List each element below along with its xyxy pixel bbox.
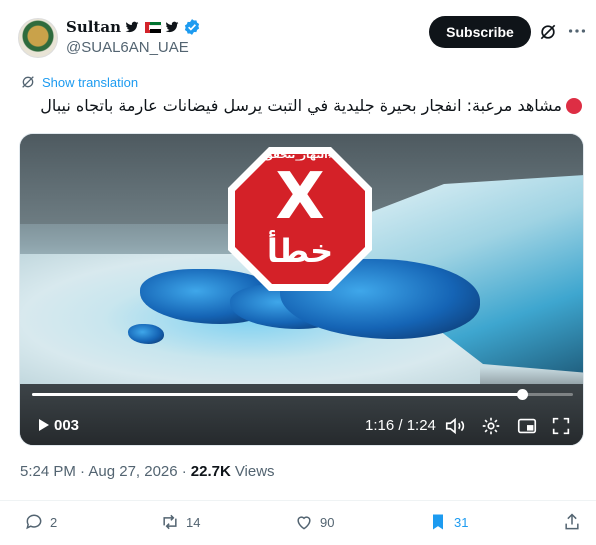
video-time: 1:16 / 1:24 bbox=[365, 417, 436, 434]
show-translation-link[interactable]: Show translation bbox=[20, 74, 138, 90]
reply-count: 2 bbox=[50, 514, 58, 530]
post-meta: 5:24 PM · Aug 27, 2026 · 22.7K Views bbox=[20, 463, 275, 480]
fullscreen-icon[interactable] bbox=[550, 415, 572, 437]
views-label: Views bbox=[234, 463, 275, 480]
grok-icon[interactable] bbox=[538, 22, 558, 42]
bookmark-count: 31 bbox=[454, 514, 469, 530]
display-name[interactable]: Sultan bbox=[66, 18, 121, 36]
post-text: مشاهد مرعبة: انفجار بحيرة جليدية في التب… bbox=[20, 96, 582, 115]
bookmark-icon bbox=[433, 514, 443, 530]
uae-flag-icon bbox=[145, 21, 162, 33]
video-player[interactable]: #النهار_تتحقق X خطأ 003 1:16 / 1:24 bbox=[19, 133, 584, 446]
twitter-bird-icon bbox=[125, 21, 139, 33]
like-button[interactable]: 90 bbox=[294, 512, 334, 532]
user-handle[interactable]: @SUAL6AN_UAE bbox=[66, 39, 189, 56]
post-timestamp[interactable]: 5:24 PM · Aug 27, 2026 · bbox=[20, 463, 187, 480]
repost-icon bbox=[163, 514, 177, 530]
red-circle-emoji-icon bbox=[566, 97, 582, 114]
more-options-icon[interactable] bbox=[566, 20, 588, 42]
stamp-x-mark: X bbox=[275, 160, 325, 234]
settings-gear-icon[interactable] bbox=[480, 415, 502, 437]
play-button[interactable]: 003 bbox=[32, 414, 85, 436]
share-button[interactable] bbox=[562, 512, 582, 532]
subscribe-button[interactable]: Subscribe bbox=[429, 16, 531, 48]
picture-in-picture-icon[interactable] bbox=[516, 415, 538, 437]
video-badge-text: 003 bbox=[54, 416, 80, 434]
post-body: مشاهد مرعبة: انفجار بحيرة جليدية في التب… bbox=[40, 96, 562, 115]
grok-translate-icon bbox=[22, 76, 34, 88]
repost-button[interactable]: 14 bbox=[160, 512, 200, 532]
divider bbox=[0, 500, 596, 501]
verified-badge-icon[interactable] bbox=[183, 18, 201, 36]
share-icon bbox=[565, 513, 579, 530]
volume-icon[interactable] bbox=[444, 415, 466, 437]
repost-count: 14 bbox=[186, 514, 201, 530]
action-bar: 2 14 90 31 bbox=[0, 512, 596, 536]
post-header: Sultan @SUAL6AN_UAE Subscribe bbox=[18, 14, 588, 64]
reply-icon bbox=[26, 514, 42, 530]
stamp-verdict: خطأ bbox=[266, 232, 334, 270]
like-count: 90 bbox=[320, 514, 335, 530]
bookmark-button[interactable]: 31 bbox=[428, 512, 468, 532]
video-progress-handle[interactable] bbox=[516, 389, 528, 400]
avatar[interactable] bbox=[18, 18, 58, 58]
heart-icon bbox=[297, 516, 311, 530]
play-icon bbox=[39, 419, 49, 431]
display-name-row: Sultan bbox=[66, 18, 201, 36]
views-count: 22.7K bbox=[190, 463, 231, 480]
reply-button[interactable]: 2 bbox=[24, 512, 57, 532]
video-progress-bar[interactable] bbox=[32, 389, 573, 400]
show-translation-label: Show translation bbox=[42, 74, 139, 90]
video-progress-fill bbox=[32, 393, 522, 396]
twitter-bird-icon bbox=[165, 21, 179, 33]
